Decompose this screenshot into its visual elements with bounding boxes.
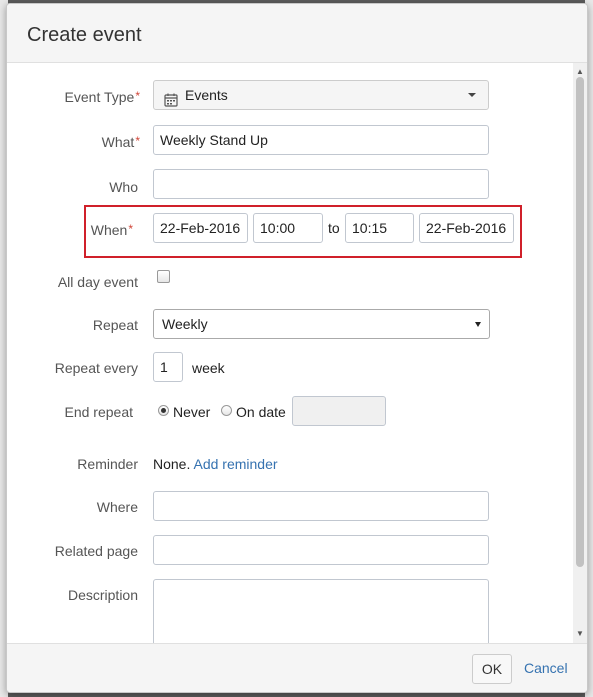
event-type-select[interactable]: Events [153,80,489,110]
dialog-footer: OK Cancel [7,643,587,692]
repeat-unit: week [192,360,225,376]
ok-button[interactable]: OK [472,654,512,684]
reminder-value: None. Add reminder [153,456,278,472]
end-date-input[interactable]: 22-Feb-2016 [419,213,514,243]
repeat-every-input[interactable]: 1 [153,352,183,382]
required-marker: * [135,89,140,103]
what-label: What* [7,134,140,150]
reminder-none-text: None. [153,456,191,472]
where-input[interactable] [153,491,489,521]
required-marker: * [135,134,140,148]
create-event-dialog: Create event Event Type* Events What* We… [6,3,588,693]
what-label-text: What [101,134,135,150]
description-label: Description [67,587,138,603]
description-textarea[interactable] [153,579,489,643]
end-repeat-date-input[interactable] [292,396,386,426]
required-marker: * [128,222,133,236]
all-day-checkbox[interactable] [157,270,170,283]
end-repeat-on-date-radio[interactable] [221,405,232,416]
end-repeat-never-radio[interactable] [158,405,169,416]
what-input[interactable]: Weekly Stand Up [153,125,489,155]
repeat-label: Repeat [92,317,138,333]
when-label-text: When [90,222,128,238]
dialog-body: Event Type* Events What* Weekly Stand Up… [7,63,587,643]
add-reminder-link[interactable]: Add reminder [193,456,277,472]
repeat-select[interactable]: Weekly [153,309,490,339]
start-date-input[interactable]: 22-Feb-2016 [153,213,248,243]
end-repeat-never-label[interactable]: Never [173,404,210,420]
dialog-title: Create event [27,24,142,46]
repeat-every-label: Repeat every [54,360,138,376]
related-page-label: Related page [54,543,138,559]
repeat-value: Weekly [162,316,208,332]
who-label: Who [109,179,138,195]
end-repeat-on-date-label[interactable]: On date [236,404,286,420]
calendar-icon [164,88,178,116]
dialog-scrollbar[interactable]: ▲ ▼ [573,63,587,643]
all-day-label: All day event [57,274,138,290]
event-type-label: Event Type* [7,89,140,105]
end-time-input[interactable]: 10:15 [345,213,414,243]
when-separator: to [328,220,340,236]
arrow-down-icon[interactable]: ▼ [573,627,587,641]
when-label: When* [7,222,133,238]
caret-down-icon [468,93,476,97]
event-type-label-text: Event Type [64,89,135,105]
related-page-input[interactable] [153,535,489,565]
start-time-input[interactable]: 10:00 [253,213,323,243]
reminder-label: Reminder [77,456,138,472]
end-repeat-label: End repeat [64,404,134,420]
scroll-thumb[interactable] [576,77,584,567]
dialog-header: Create event [7,4,587,63]
event-type-value: Events [185,87,228,103]
who-input[interactable] [153,169,489,199]
caret-down-icon [475,322,481,327]
cancel-button[interactable]: Cancel [524,660,568,676]
where-label: Where [96,499,138,515]
